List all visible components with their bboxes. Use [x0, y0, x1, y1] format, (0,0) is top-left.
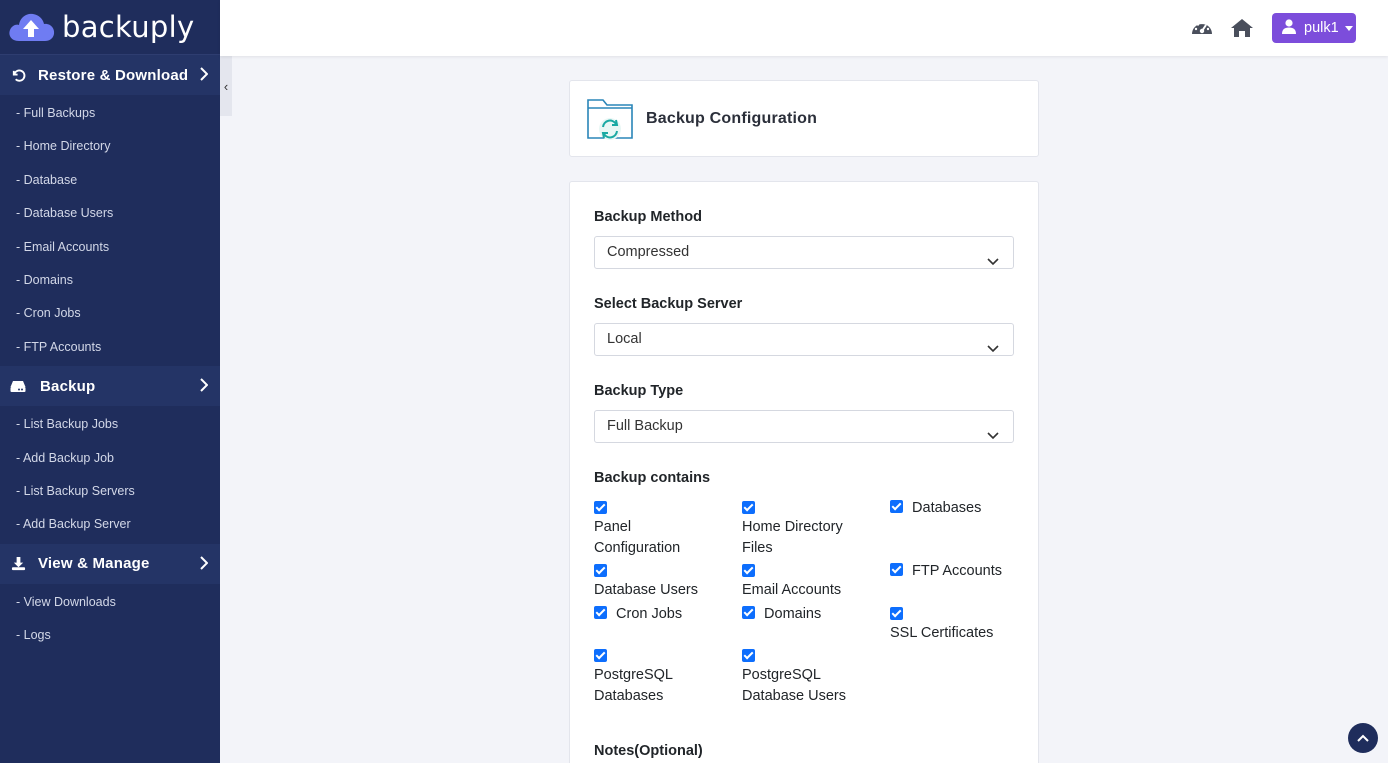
checkbox-checked-icon[interactable] — [890, 607, 903, 620]
checkbox-checked-icon[interactable] — [890, 500, 903, 513]
checkbox-checked-icon[interactable] — [742, 606, 755, 619]
sidebar-section-restore-download[interactable]: Restore & Download — [0, 55, 220, 95]
download-icon — [10, 556, 26, 572]
sidebar-list-restore-download: - Full Backups - Home Directory - Databa… — [0, 95, 220, 367]
checkbox-email-accounts[interactable]: Email Accounts — [742, 564, 887, 601]
sidebar-collapse-toggle[interactable]: ‹ — [220, 56, 232, 116]
notes-label: Notes(Optional) — [594, 743, 703, 759]
chevron-down-icon — [987, 334, 999, 365]
chevron-right-icon — [200, 555, 209, 574]
sidebar-section-view-manage[interactable]: View & Manage — [0, 543, 220, 584]
caret-down-icon — [1344, 25, 1353, 31]
sidebar-item-list-backup-jobs[interactable]: - List Backup Jobs — [0, 408, 220, 441]
sidebar-section-label: Backup — [40, 377, 96, 395]
checkbox-checked-icon[interactable] — [594, 564, 607, 577]
sidebar-item-database[interactable]: - Database — [0, 164, 220, 197]
sidebar-section-label: View & Manage — [38, 555, 150, 573]
sidebar-section-backup[interactable]: Backup — [0, 366, 220, 407]
backup-type-label: Backup Type — [594, 383, 684, 399]
page-title-card: Backup Configuration — [569, 80, 1039, 157]
sidebar-item-database-users[interactable]: - Database Users — [0, 197, 220, 230]
backup-method-label: Backup Method — [594, 209, 702, 225]
chevron-down-icon — [987, 421, 999, 452]
checkbox-databases[interactable]: Databases — [890, 498, 1035, 519]
checkbox-checked-icon[interactable] — [594, 649, 607, 662]
cloud-upload-logo-icon — [6, 7, 56, 47]
sidebar-list-backup: - List Backup Jobs - Add Backup Job - Li… — [0, 406, 220, 544]
checkbox-postgresql-databases[interactable]: PostgreSQL Databases — [594, 649, 694, 707]
sidebar-item-cron-jobs[interactable]: - Cron Jobs — [0, 297, 220, 330]
sidebar-item-email-accounts[interactable]: - Email Accounts — [0, 231, 220, 264]
home-icon[interactable] — [1230, 16, 1254, 40]
checkbox-cron-jobs[interactable]: Cron Jobs — [594, 604, 739, 625]
checkbox-checked-icon[interactable] — [742, 649, 755, 662]
sidebar-item-ftp-accounts[interactable]: - FTP Accounts — [0, 331, 220, 364]
brand-name: backuply — [62, 10, 195, 44]
page-title: Backup Configuration — [646, 109, 818, 127]
sidebar-section-label: Restore & Download — [38, 66, 189, 84]
backup-server-label: Select Backup Server — [594, 296, 743, 312]
chevron-down-icon — [987, 247, 999, 278]
chevron-up-icon — [1357, 729, 1369, 747]
sidebar-item-list-backup-servers[interactable]: - List Backup Servers — [0, 475, 220, 508]
user-icon — [1282, 18, 1296, 38]
sidebar-item-add-backup-server[interactable]: - Add Backup Server — [0, 508, 220, 541]
user-menu-button[interactable]: pulk1 — [1272, 13, 1356, 43]
sidebar: backuply Restore & Download - Full Backu… — [0, 0, 220, 763]
sidebar-item-home-directory[interactable]: - Home Directory — [0, 130, 220, 163]
checkbox-checked-icon[interactable] — [742, 564, 755, 577]
checkbox-checked-icon[interactable] — [594, 606, 607, 619]
username: pulk1 — [1304, 20, 1339, 36]
scroll-to-top-button[interactable] — [1348, 723, 1378, 753]
sidebar-item-logs[interactable]: - Logs — [0, 619, 220, 652]
checkbox-database-users[interactable]: Database Users — [594, 564, 739, 601]
chevron-right-icon — [200, 378, 209, 396]
backup-contains-label: Backup contains — [594, 470, 711, 486]
backup-config-form: Backup Method Compressed Select Backup S… — [569, 181, 1039, 763]
checkbox-checked-icon[interactable] — [594, 501, 607, 514]
folder-sync-icon — [586, 94, 634, 144]
sidebar-item-full-backups[interactable]: - Full Backups — [0, 97, 220, 130]
brand[interactable]: backuply — [0, 0, 220, 55]
checkbox-home-directory-files[interactable]: Home Directory Files — [742, 501, 867, 559]
checkbox-ssl-certificates[interactable]: SSL Certificates — [890, 607, 1035, 644]
sidebar-item-domains[interactable]: - Domains — [0, 264, 220, 297]
chevron-right-icon — [200, 67, 209, 85]
backup-type-select[interactable]: Full Backup — [594, 410, 1014, 443]
hard-drive-icon — [10, 378, 26, 394]
checkbox-checked-icon[interactable] — [890, 563, 903, 576]
topbar: pulk1 — [220, 0, 1388, 56]
dashboard-gauge-icon[interactable] — [1190, 16, 1214, 40]
backup-type-value: Full Backup — [607, 418, 683, 434]
sidebar-item-add-backup-job[interactable]: - Add Backup Job — [0, 442, 220, 475]
checkbox-panel-configuration[interactable]: Panel Configuration — [594, 501, 704, 559]
undo-icon — [10, 67, 26, 83]
backup-server-select[interactable]: Local — [594, 323, 1014, 356]
checkbox-postgresql-database-users[interactable]: PostgreSQL Database Users — [742, 649, 867, 707]
backup-method-select[interactable]: Compressed — [594, 236, 1014, 269]
backup-server-value: Local — [607, 331, 642, 347]
sidebar-list-view-manage: - View Downloads - Logs — [0, 583, 220, 655]
sidebar-item-view-downloads[interactable]: - View Downloads — [0, 586, 220, 619]
checkbox-ftp-accounts[interactable]: FTP Accounts — [890, 561, 1035, 582]
checkbox-domains[interactable]: Domains — [742, 604, 887, 625]
backup-method-value: Compressed — [607, 244, 690, 260]
checkbox-checked-icon[interactable] — [742, 501, 755, 514]
